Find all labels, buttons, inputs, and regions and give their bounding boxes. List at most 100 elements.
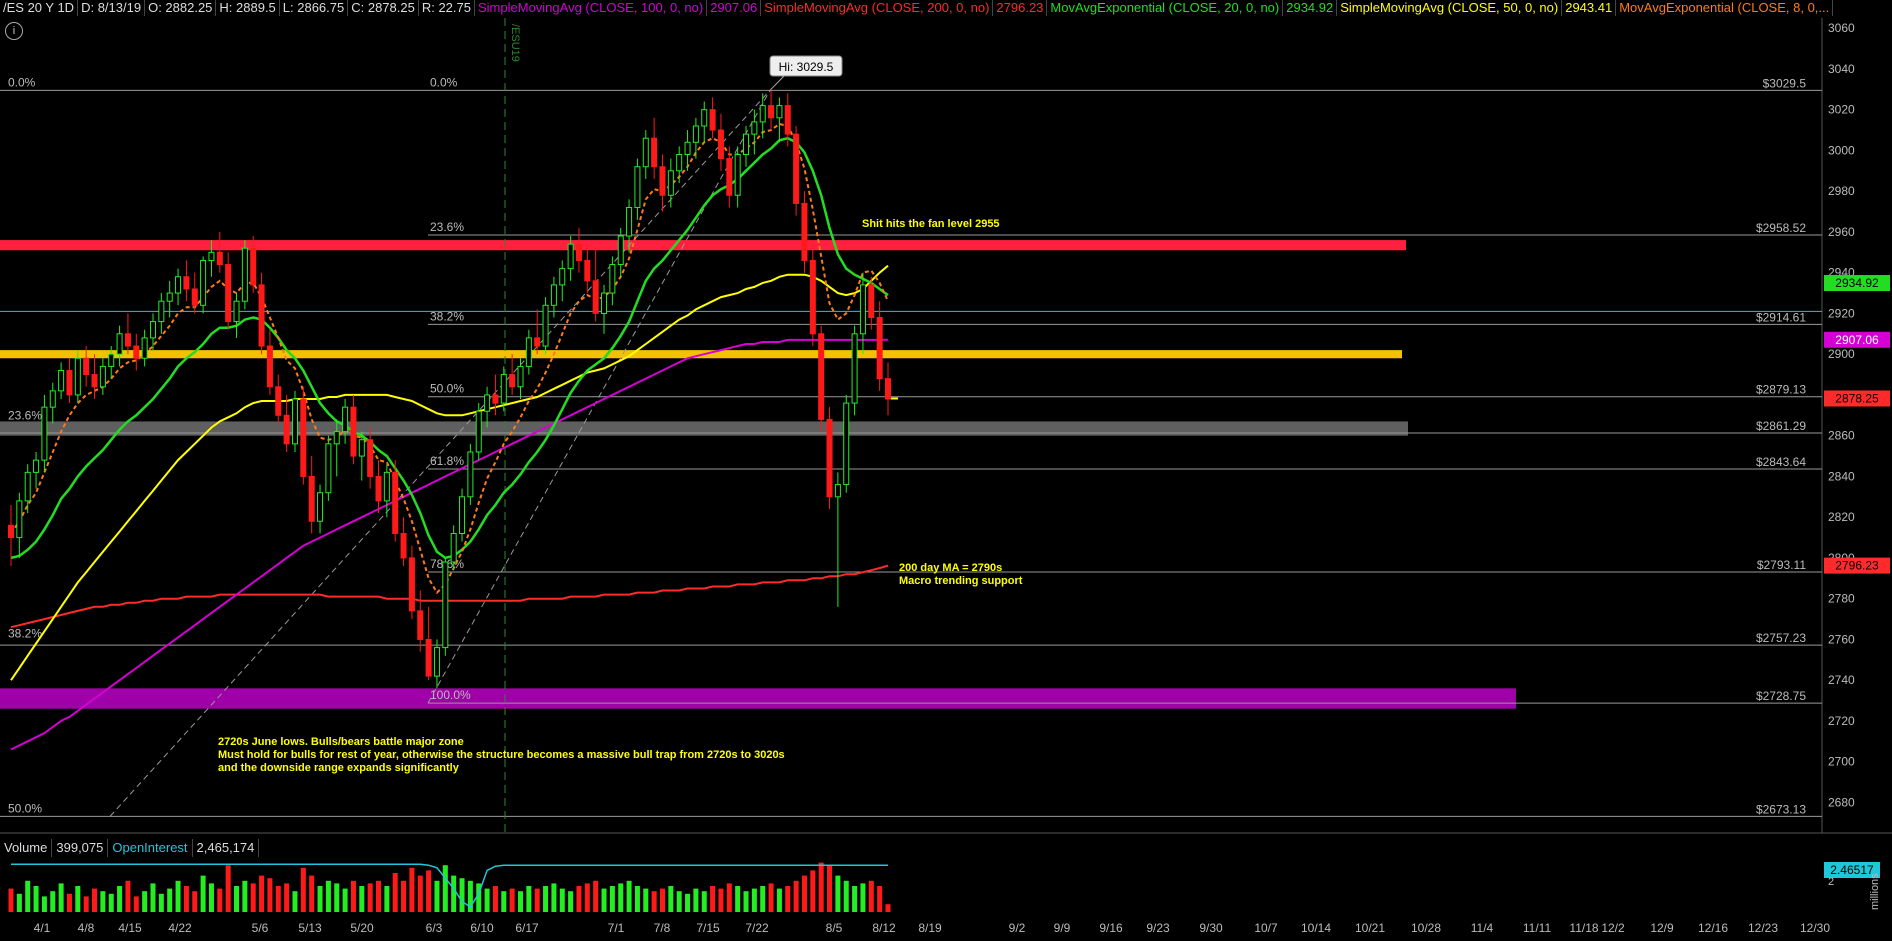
candle-body-3[interactable] — [33, 459, 40, 473]
candle-body-63[interactable] — [534, 337, 541, 347]
candle-body-17[interactable] — [149, 321, 156, 339]
candle-body-90[interactable] — [759, 105, 766, 123]
candle-body-60[interactable] — [509, 374, 516, 388]
candle-body-86[interactable] — [726, 158, 733, 196]
candle-body-48[interactable] — [408, 557, 415, 612]
candle-body-83[interactable] — [701, 109, 708, 127]
candle-body-6[interactable] — [58, 369, 65, 392]
candle-body-69[interactable] — [584, 259, 591, 282]
candle-body-7[interactable] — [66, 369, 73, 396]
candle-body-62[interactable] — [525, 337, 532, 367]
candle-body-66[interactable] — [559, 268, 566, 286]
candle-body-35[interactable] — [300, 398, 307, 477]
candle-body-88[interactable] — [743, 133, 750, 156]
candle-body-73[interactable] — [617, 235, 624, 266]
candle-body-23[interactable] — [200, 259, 207, 306]
candle-body-28[interactable] — [241, 247, 248, 302]
candle-body-68[interactable] — [575, 243, 582, 261]
candle-body-34[interactable] — [291, 398, 298, 445]
price-chart[interactable]: $3029.5 $2958.52 $2914.61 $2879.13 $2861.29 $… — [0, 0, 1892, 941]
candle-body-94[interactable] — [793, 133, 800, 204]
candle-body-31[interactable] — [266, 345, 273, 388]
candle-body-12[interactable] — [108, 353, 115, 367]
candle-body-9[interactable] — [83, 357, 90, 376]
candle-body-56[interactable] — [475, 410, 482, 453]
candle-body-91[interactable] — [768, 105, 775, 119]
candle-body-102[interactable] — [859, 284, 866, 335]
candle-body-105[interactable] — [884, 378, 892, 400]
candle-body-98[interactable] — [826, 418, 833, 498]
candle-body-2[interactable] — [24, 471, 31, 502]
candle-body-33[interactable] — [283, 414, 290, 445]
candle-body-53[interactable] — [450, 532, 457, 563]
candle-body-26[interactable] — [225, 264, 232, 323]
candle-body-14[interactable] — [124, 333, 131, 347]
candle-body-10[interactable] — [91, 374, 98, 388]
candle-body-81[interactable] — [684, 141, 691, 156]
candle-body-103[interactable] — [868, 284, 875, 319]
candle-body-45[interactable] — [383, 471, 390, 502]
candle-body-96[interactable] — [809, 259, 816, 335]
candle-body-100[interactable] — [843, 402, 850, 486]
candle-body-54[interactable] — [459, 496, 466, 534]
candle-body-16[interactable] — [141, 337, 148, 359]
candle-body-72[interactable] — [609, 264, 616, 294]
candle-body-97[interactable] — [818, 333, 825, 420]
candle-body-70[interactable] — [592, 280, 599, 314]
candle-body-79[interactable] — [667, 170, 674, 196]
candle-body-71[interactable] — [601, 292, 608, 314]
candle-body-22[interactable] — [191, 288, 198, 306]
candle-body-18[interactable] — [158, 300, 165, 323]
candle-body-59[interactable] — [500, 374, 507, 404]
candle-body-0[interactable] — [7, 524, 15, 539]
candle-body-77[interactable] — [651, 137, 658, 168]
candle-body-29[interactable] — [250, 247, 257, 286]
candle-body-46[interactable] — [392, 471, 399, 534]
candle-body-1[interactable] — [16, 500, 23, 539]
candle-body-87[interactable] — [734, 154, 741, 196]
candle-body-51[interactable] — [433, 647, 440, 677]
candle-body-21[interactable] — [183, 276, 190, 290]
candle-body-84[interactable] — [709, 109, 716, 131]
candle-body-8[interactable] — [74, 357, 81, 396]
candle-body-36[interactable] — [308, 475, 315, 522]
candle-body-101[interactable] — [851, 333, 858, 404]
candle-body-58[interactable] — [492, 394, 499, 404]
candle-body-52[interactable] — [442, 561, 449, 649]
candle-body-93[interactable] — [784, 105, 791, 135]
candle-body-50[interactable] — [425, 638, 432, 677]
candle-body-44[interactable] — [375, 475, 382, 502]
candle-body-37[interactable] — [317, 492, 324, 522]
candle-body-55[interactable] — [467, 451, 474, 498]
candle-body-67[interactable] — [567, 243, 574, 270]
candle-body-30[interactable] — [258, 284, 265, 347]
candle-body-13[interactable] — [116, 333, 123, 355]
candle-body-75[interactable] — [634, 166, 641, 208]
candle-body-20[interactable] — [175, 276, 182, 294]
candle-body-47[interactable] — [400, 532, 407, 559]
candle-body-40[interactable] — [342, 406, 349, 433]
candle-body-32[interactable] — [275, 386, 282, 416]
candle-body-82[interactable] — [692, 125, 699, 143]
candle-body-11[interactable] — [99, 365, 106, 388]
candle-body-74[interactable] — [626, 206, 633, 237]
candle-body-65[interactable] — [550, 284, 557, 306]
candle-body-80[interactable] — [676, 154, 683, 172]
candle-body-49[interactable] — [417, 610, 424, 640]
candle-body-4[interactable] — [41, 406, 48, 461]
candle-body-89[interactable] — [751, 121, 758, 135]
candle-body-41[interactable] — [350, 406, 357, 457]
candle-body-43[interactable] — [367, 439, 374, 477]
candle-body-61[interactable] — [517, 365, 524, 388]
candle-body-78[interactable] — [659, 166, 666, 196]
candle-body-42[interactable] — [358, 439, 365, 457]
candle-body-38[interactable] — [325, 443, 332, 494]
candle-body-19[interactable] — [166, 292, 173, 302]
candle-body-95[interactable] — [801, 202, 808, 261]
candle-body-99[interactable] — [834, 484, 841, 498]
candle-body-57[interactable] — [484, 394, 491, 412]
candle-body-15[interactable] — [133, 345, 140, 359]
candle-body-25[interactable] — [216, 251, 223, 266]
candle-body-27[interactable] — [233, 300, 240, 323]
candle-body-24[interactable] — [208, 251, 215, 261]
